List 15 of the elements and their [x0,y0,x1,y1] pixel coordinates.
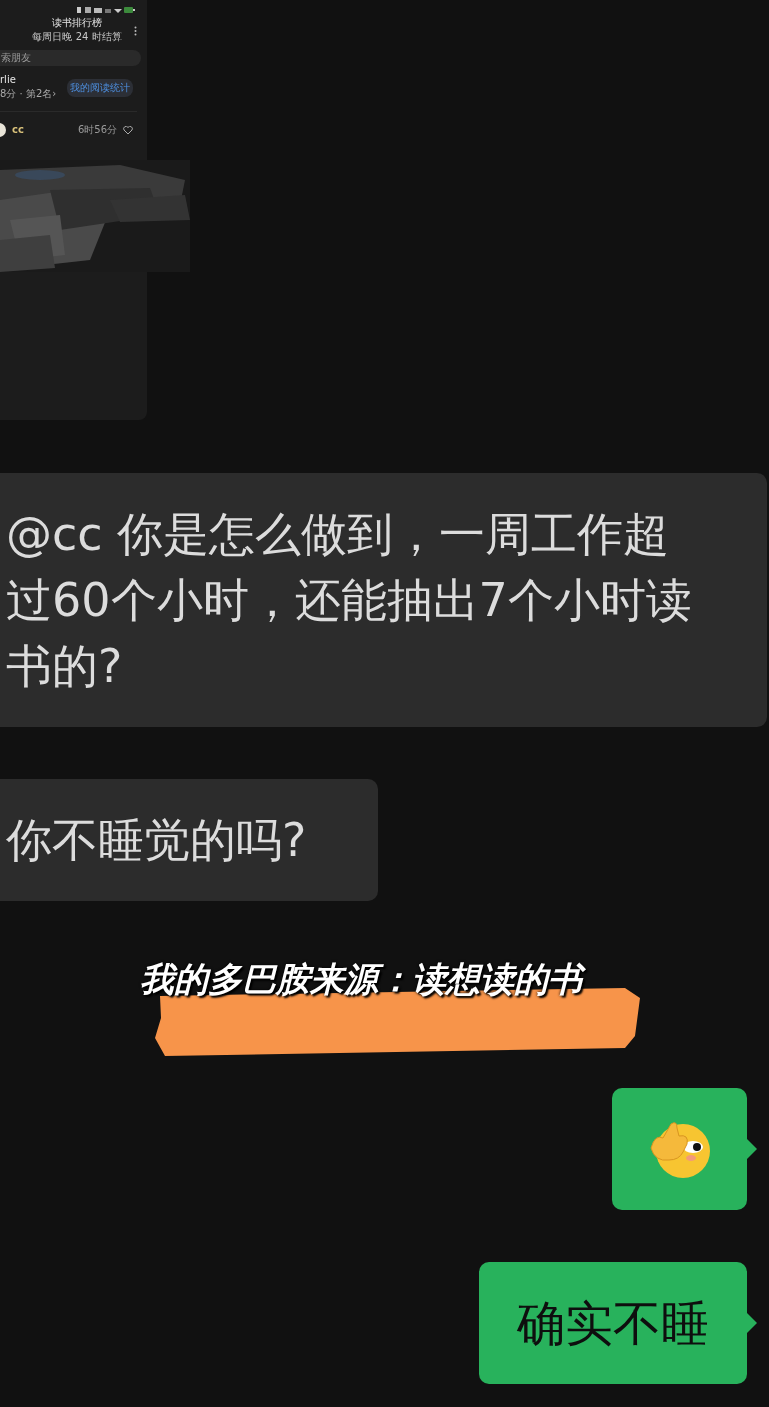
face-with-hand-emoji-icon [648,1120,711,1178]
message-bubble: @cc 你是怎么做到，一周工作超过60个小时，还能抽出7个小时读书的? [0,473,767,727]
friend-name: cc [12,124,25,135]
reading-time: 6时56分 [77,122,117,137]
status-icons [77,6,135,14]
screen-title: 读书排行榜 [52,16,102,30]
heart-icon[interactable] [123,126,133,135]
reading-stats-button[interactable]: 我的阅读统计 [67,78,133,97]
message-bubble: 你不睡觉的吗? [0,779,379,901]
more-icon[interactable] [134,25,137,36]
user-name: rlie [0,74,17,85]
search-field[interactable]: 索朋友 [0,50,141,66]
user-stats: 8分 · 第2名› [0,87,57,101]
screen-subtitle: 每周日晚 24 时结算 [32,30,122,44]
bubble-tail [747,1313,757,1333]
